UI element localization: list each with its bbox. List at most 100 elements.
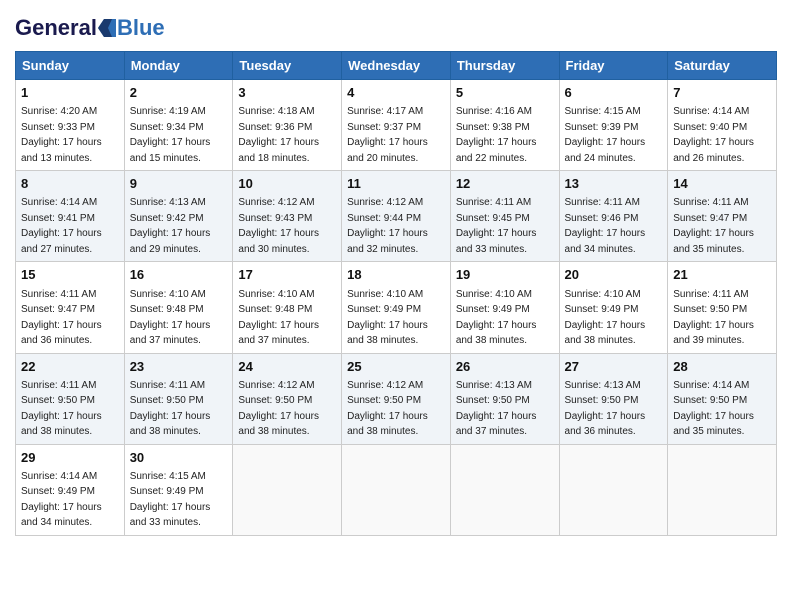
day-number: 27 xyxy=(565,358,663,376)
day-number: 25 xyxy=(347,358,445,376)
day-number: 1 xyxy=(21,84,119,102)
calendar-day-header: Sunday xyxy=(16,52,125,80)
day-number: 12 xyxy=(456,175,554,193)
calendar-day-cell: 7 Sunrise: 4:14 AMSunset: 9:40 PMDayligh… xyxy=(668,80,777,171)
calendar-table: SundayMondayTuesdayWednesdayThursdayFrid… xyxy=(15,51,777,536)
day-info: Sunrise: 4:11 AMSunset: 9:50 PMDaylight:… xyxy=(130,380,211,438)
calendar-week-row: 1 Sunrise: 4:20 AMSunset: 9:33 PMDayligh… xyxy=(16,80,777,171)
day-info: Sunrise: 4:13 AMSunset: 9:50 PMDaylight:… xyxy=(565,380,646,438)
calendar-day-cell: 30 Sunrise: 4:15 AMSunset: 9:49 PMDaylig… xyxy=(124,444,233,535)
day-number: 28 xyxy=(673,358,771,376)
calendar-day-cell: 22 Sunrise: 4:11 AMSunset: 9:50 PMDaylig… xyxy=(16,353,125,444)
calendar-day-cell xyxy=(668,444,777,535)
day-info: Sunrise: 4:10 AMSunset: 9:49 PMDaylight:… xyxy=(347,289,428,347)
day-number: 26 xyxy=(456,358,554,376)
day-number: 30 xyxy=(130,449,228,467)
day-info: Sunrise: 4:13 AMSunset: 9:42 PMDaylight:… xyxy=(130,197,211,255)
day-info: Sunrise: 4:12 AMSunset: 9:50 PMDaylight:… xyxy=(238,380,319,438)
calendar-day-header: Friday xyxy=(559,52,668,80)
day-number: 6 xyxy=(565,84,663,102)
calendar-week-row: 15 Sunrise: 4:11 AMSunset: 9:47 PMDaylig… xyxy=(16,262,777,353)
calendar-day-cell: 18 Sunrise: 4:10 AMSunset: 9:49 PMDaylig… xyxy=(342,262,451,353)
calendar-day-cell: 20 Sunrise: 4:10 AMSunset: 9:49 PMDaylig… xyxy=(559,262,668,353)
day-info: Sunrise: 4:20 AMSunset: 9:33 PMDaylight:… xyxy=(21,106,102,164)
calendar-day-cell: 15 Sunrise: 4:11 AMSunset: 9:47 PMDaylig… xyxy=(16,262,125,353)
day-info: Sunrise: 4:14 AMSunset: 9:40 PMDaylight:… xyxy=(673,106,754,164)
calendar-day-cell xyxy=(559,444,668,535)
day-number: 20 xyxy=(565,266,663,284)
day-info: Sunrise: 4:15 AMSunset: 9:39 PMDaylight:… xyxy=(565,106,646,164)
day-info: Sunrise: 4:14 AMSunset: 9:41 PMDaylight:… xyxy=(21,197,102,255)
day-info: Sunrise: 4:14 AMSunset: 9:50 PMDaylight:… xyxy=(673,380,754,438)
day-info: Sunrise: 4:11 AMSunset: 9:47 PMDaylight:… xyxy=(673,197,754,255)
day-number: 9 xyxy=(130,175,228,193)
calendar-day-cell: 5 Sunrise: 4:16 AMSunset: 9:38 PMDayligh… xyxy=(450,80,559,171)
calendar-day-cell: 26 Sunrise: 4:13 AMSunset: 9:50 PMDaylig… xyxy=(450,353,559,444)
calendar-day-cell: 27 Sunrise: 4:13 AMSunset: 9:50 PMDaylig… xyxy=(559,353,668,444)
logo: General Blue xyxy=(15,15,165,41)
day-number: 4 xyxy=(347,84,445,102)
day-info: Sunrise: 4:18 AMSunset: 9:36 PMDaylight:… xyxy=(238,106,319,164)
calendar-day-cell: 3 Sunrise: 4:18 AMSunset: 9:36 PMDayligh… xyxy=(233,80,342,171)
calendar-day-cell: 25 Sunrise: 4:12 AMSunset: 9:50 PMDaylig… xyxy=(342,353,451,444)
calendar-day-cell: 4 Sunrise: 4:17 AMSunset: 9:37 PMDayligh… xyxy=(342,80,451,171)
calendar-day-cell: 9 Sunrise: 4:13 AMSunset: 9:42 PMDayligh… xyxy=(124,171,233,262)
calendar-day-header: Monday xyxy=(124,52,233,80)
day-number: 19 xyxy=(456,266,554,284)
calendar-week-row: 22 Sunrise: 4:11 AMSunset: 9:50 PMDaylig… xyxy=(16,353,777,444)
calendar-day-cell: 21 Sunrise: 4:11 AMSunset: 9:50 PMDaylig… xyxy=(668,262,777,353)
day-info: Sunrise: 4:10 AMSunset: 9:48 PMDaylight:… xyxy=(130,289,211,347)
day-info: Sunrise: 4:10 AMSunset: 9:49 PMDaylight:… xyxy=(565,289,646,347)
logo-general: General xyxy=(15,15,97,41)
calendar-day-header: Tuesday xyxy=(233,52,342,80)
day-number: 24 xyxy=(238,358,336,376)
day-info: Sunrise: 4:12 AMSunset: 9:43 PMDaylight:… xyxy=(238,197,319,255)
day-number: 29 xyxy=(21,449,119,467)
calendar-day-cell: 14 Sunrise: 4:11 AMSunset: 9:47 PMDaylig… xyxy=(668,171,777,262)
calendar-day-cell: 19 Sunrise: 4:10 AMSunset: 9:49 PMDaylig… xyxy=(450,262,559,353)
day-info: Sunrise: 4:11 AMSunset: 9:46 PMDaylight:… xyxy=(565,197,646,255)
day-info: Sunrise: 4:12 AMSunset: 9:44 PMDaylight:… xyxy=(347,197,428,255)
page-header: General Blue xyxy=(15,15,777,41)
day-number: 5 xyxy=(456,84,554,102)
calendar-day-cell: 28 Sunrise: 4:14 AMSunset: 9:50 PMDaylig… xyxy=(668,353,777,444)
calendar-day-cell: 6 Sunrise: 4:15 AMSunset: 9:39 PMDayligh… xyxy=(559,80,668,171)
day-number: 10 xyxy=(238,175,336,193)
day-number: 2 xyxy=(130,84,228,102)
calendar-day-cell: 1 Sunrise: 4:20 AMSunset: 9:33 PMDayligh… xyxy=(16,80,125,171)
day-number: 18 xyxy=(347,266,445,284)
day-info: Sunrise: 4:16 AMSunset: 9:38 PMDaylight:… xyxy=(456,106,537,164)
day-info: Sunrise: 4:12 AMSunset: 9:50 PMDaylight:… xyxy=(347,380,428,438)
day-number: 17 xyxy=(238,266,336,284)
day-number: 7 xyxy=(673,84,771,102)
calendar-week-row: 8 Sunrise: 4:14 AMSunset: 9:41 PMDayligh… xyxy=(16,171,777,262)
day-number: 16 xyxy=(130,266,228,284)
calendar-day-cell xyxy=(450,444,559,535)
calendar-day-cell: 8 Sunrise: 4:14 AMSunset: 9:41 PMDayligh… xyxy=(16,171,125,262)
day-number: 8 xyxy=(21,175,119,193)
calendar-day-header: Wednesday xyxy=(342,52,451,80)
logo-blue: Blue xyxy=(117,15,165,41)
day-number: 23 xyxy=(130,358,228,376)
calendar-day-cell: 2 Sunrise: 4:19 AMSunset: 9:34 PMDayligh… xyxy=(124,80,233,171)
calendar-day-cell: 23 Sunrise: 4:11 AMSunset: 9:50 PMDaylig… xyxy=(124,353,233,444)
day-info: Sunrise: 4:15 AMSunset: 9:49 PMDaylight:… xyxy=(130,471,211,529)
day-number: 13 xyxy=(565,175,663,193)
calendar-day-header: Thursday xyxy=(450,52,559,80)
day-info: Sunrise: 4:10 AMSunset: 9:49 PMDaylight:… xyxy=(456,289,537,347)
calendar-day-header: Saturday xyxy=(668,52,777,80)
logo-text: General Blue xyxy=(15,15,165,41)
day-info: Sunrise: 4:11 AMSunset: 9:50 PMDaylight:… xyxy=(673,289,754,347)
day-number: 15 xyxy=(21,266,119,284)
day-info: Sunrise: 4:13 AMSunset: 9:50 PMDaylight:… xyxy=(456,380,537,438)
day-info: Sunrise: 4:11 AMSunset: 9:50 PMDaylight:… xyxy=(21,380,102,438)
day-info: Sunrise: 4:11 AMSunset: 9:47 PMDaylight:… xyxy=(21,289,102,347)
calendar-day-cell: 16 Sunrise: 4:10 AMSunset: 9:48 PMDaylig… xyxy=(124,262,233,353)
calendar-day-cell: 13 Sunrise: 4:11 AMSunset: 9:46 PMDaylig… xyxy=(559,171,668,262)
day-info: Sunrise: 4:17 AMSunset: 9:37 PMDaylight:… xyxy=(347,106,428,164)
calendar-day-cell: 24 Sunrise: 4:12 AMSunset: 9:50 PMDaylig… xyxy=(233,353,342,444)
day-number: 21 xyxy=(673,266,771,284)
calendar-day-cell: 29 Sunrise: 4:14 AMSunset: 9:49 PMDaylig… xyxy=(16,444,125,535)
calendar-day-cell: 11 Sunrise: 4:12 AMSunset: 9:44 PMDaylig… xyxy=(342,171,451,262)
calendar-day-cell xyxy=(233,444,342,535)
